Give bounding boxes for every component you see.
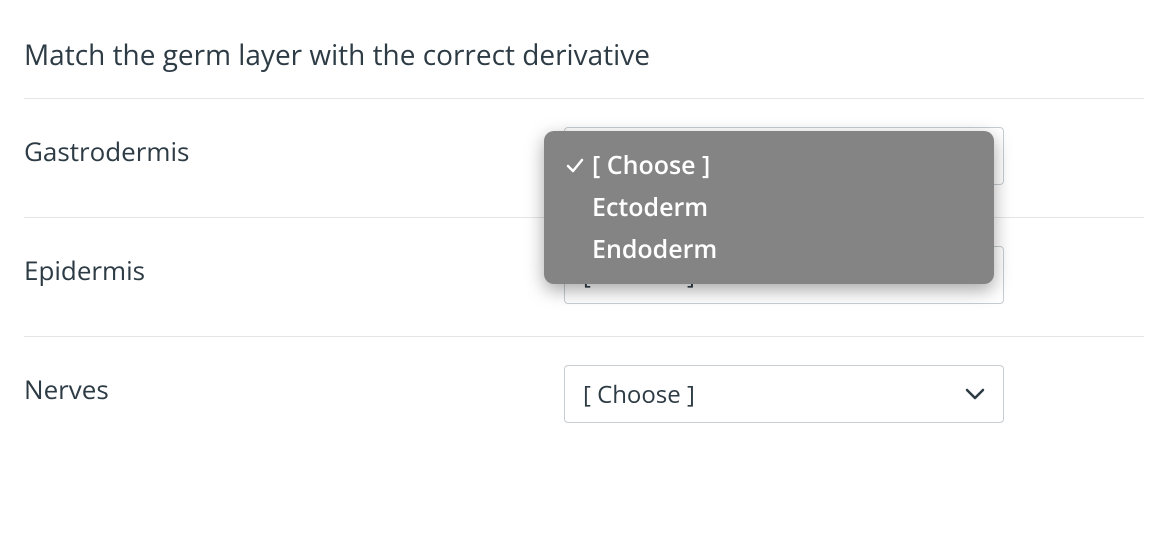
term-label: Gastrodermis — [24, 127, 564, 169]
match-row-nerves: Nerves [ Choose ] — [24, 337, 1144, 455]
select-wrapper: [ Choose ] [ Choose ] Ecto — [564, 127, 1004, 185]
chevron-down-icon — [965, 387, 985, 401]
dropdown-menu: [ Choose ] Ectoderm Endoderm — [544, 131, 994, 284]
option-label: Ectoderm — [592, 191, 970, 225]
question-prompt: Match the germ layer with the correct de… — [24, 36, 1144, 74]
option-label: Endoderm — [592, 233, 970, 267]
match-row-gastrodermis: Gastrodermis [ Choose ] [ Choose ] — [24, 99, 1144, 218]
term-label: Nerves — [24, 365, 564, 407]
option-ectoderm[interactable]: Ectoderm — [544, 187, 994, 229]
option-label: [ Choose ] — [592, 149, 970, 183]
germ-layer-select[interactable]: [ Choose ] — [564, 365, 1004, 423]
term-label: Epidermis — [24, 246, 564, 288]
matching-rows: Gastrodermis [ Choose ] [ Choose ] — [24, 98, 1144, 455]
option-endoderm[interactable]: Endoderm — [544, 229, 994, 271]
select-wrapper: [ Choose ] — [564, 365, 1004, 423]
option-choose-placeholder[interactable]: [ Choose ] — [544, 145, 994, 187]
check-icon — [566, 157, 592, 175]
select-value: [ Choose ] — [583, 378, 695, 411]
